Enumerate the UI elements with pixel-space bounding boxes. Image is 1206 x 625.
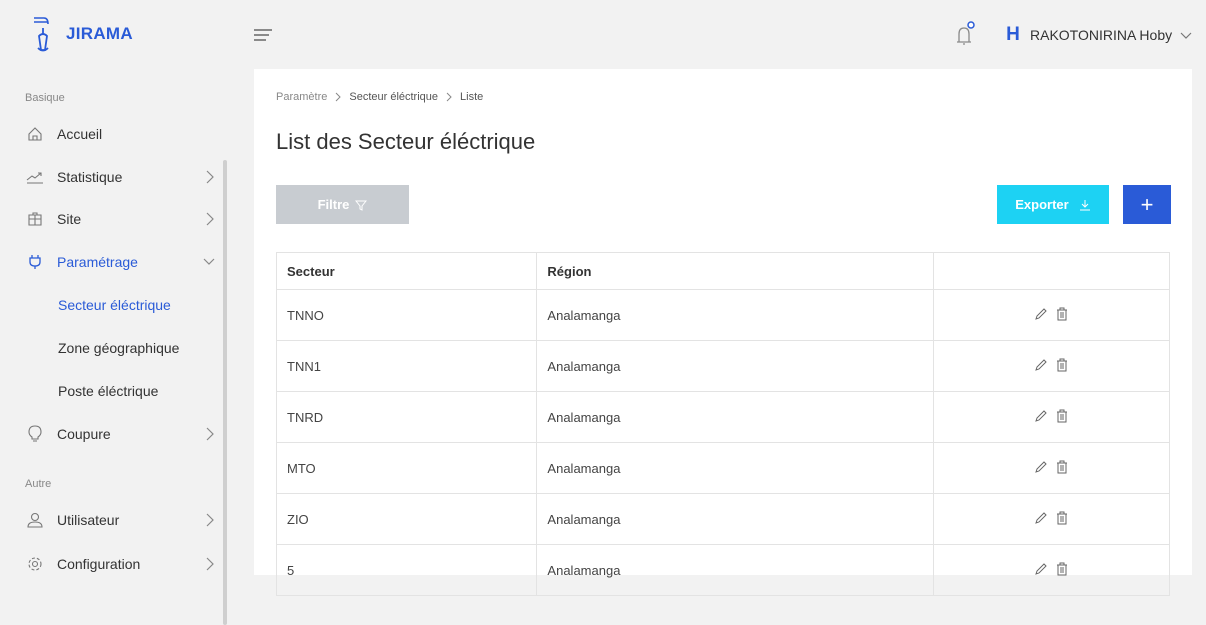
sidebar-item-label: Site xyxy=(57,211,82,227)
plug-icon xyxy=(25,253,45,271)
cell-actions xyxy=(932,493,1171,545)
cell-region: Analamanga xyxy=(536,493,934,545)
table-row: MTO Analamanga xyxy=(275,442,1171,494)
delete-trash-icon[interactable] xyxy=(1056,562,1068,576)
table-row: TNNO Analamanga xyxy=(275,289,1171,341)
edit-pencil-icon[interactable] xyxy=(1034,358,1048,372)
cell-region: Analamanga xyxy=(536,289,934,341)
edit-pencil-icon[interactable] xyxy=(1034,307,1048,321)
add-button[interactable]: + xyxy=(1123,185,1171,224)
chevron-down-icon xyxy=(203,258,215,265)
sidebar-item-label: Coupure xyxy=(57,426,111,442)
bulb-icon xyxy=(25,425,45,443)
cell-secteur: TNNO xyxy=(275,289,538,341)
cell-actions xyxy=(932,391,1171,443)
sidebar-item-configuration[interactable]: Configuration xyxy=(25,553,215,575)
home-icon xyxy=(25,125,45,143)
sidebar-subitem-poste-electrique[interactable]: Poste éléctrique xyxy=(58,383,158,399)
chevron-right-icon xyxy=(206,170,214,184)
delete-trash-icon[interactable] xyxy=(1056,460,1068,474)
sidebar-item-coupure[interactable]: Coupure xyxy=(25,423,215,445)
sidebar-item-accueil[interactable]: Accueil xyxy=(25,123,215,145)
cell-region: Analamanga xyxy=(536,391,934,443)
menu-toggle-icon[interactable] xyxy=(254,29,272,43)
table-row: ZIO Analamanga xyxy=(275,493,1171,545)
sidebar-item-site[interactable]: Site xyxy=(25,208,215,230)
cell-actions xyxy=(932,340,1171,392)
sector-table: Secteur Région TNNO Analamanga TNN1 Anal… xyxy=(275,252,1171,596)
column-header-region[interactable]: Région xyxy=(536,252,934,290)
edit-pencil-icon[interactable] xyxy=(1034,511,1048,525)
trend-icon xyxy=(25,168,45,186)
cell-actions xyxy=(932,289,1171,341)
breadcrumb: Paramètre Secteur éléctrique Liste xyxy=(276,91,483,103)
cell-region: Analamanga xyxy=(536,340,934,392)
delete-trash-icon[interactable] xyxy=(1056,307,1068,321)
delete-trash-icon[interactable] xyxy=(1056,511,1068,525)
breadcrumb-item: Liste xyxy=(460,91,484,103)
cell-secteur: 5 xyxy=(275,544,538,596)
export-button[interactable]: Exporter xyxy=(997,185,1109,224)
cell-region: Analamanga xyxy=(536,442,934,494)
chevron-right-icon xyxy=(206,513,214,527)
chevron-down-icon xyxy=(1180,32,1192,39)
notification-bell-icon[interactable] xyxy=(952,20,976,46)
download-icon xyxy=(1079,199,1090,210)
chevron-right-icon xyxy=(206,212,214,226)
user-menu[interactable]: H RAKOTONIRINA Hoby xyxy=(1004,24,1192,46)
sidebar-item-label: Utilisateur xyxy=(57,512,120,528)
sidebar-item-utilisateur[interactable]: Utilisateur xyxy=(25,509,215,531)
edit-pencil-icon[interactable] xyxy=(1034,562,1048,576)
brand-name: JIRAMA xyxy=(66,24,133,43)
cell-secteur: TNN1 xyxy=(275,340,538,392)
cell-actions xyxy=(932,442,1171,494)
table-row: TNRD Analamanga xyxy=(275,391,1171,443)
page-title: List des Secteur éléctrique xyxy=(276,129,536,154)
gear-icon xyxy=(25,555,45,573)
table-row: 5 Analamanga xyxy=(275,544,1171,596)
sidebar-item-label: Statistique xyxy=(57,169,123,185)
app-logo[interactable]: JIRAMA xyxy=(30,14,133,54)
cell-secteur: TNRD xyxy=(275,391,538,443)
avatar: H xyxy=(1006,24,1020,45)
sidebar-item-statistique[interactable]: Statistique xyxy=(25,166,215,188)
content-card: Paramètre Secteur éléctrique Liste List … xyxy=(254,69,1192,596)
breadcrumb-item[interactable]: Paramètre xyxy=(276,91,327,103)
table-header-row: Secteur Région xyxy=(275,252,1171,290)
sidebar-item-label: Configuration xyxy=(57,556,141,572)
edit-pencil-icon[interactable] xyxy=(1034,409,1048,423)
filter-button[interactable]: Filtre xyxy=(276,185,409,224)
chevron-right-icon xyxy=(446,92,452,102)
sidebar: Basique Accueil Statistique Site Paramét… xyxy=(0,82,230,625)
cell-actions xyxy=(932,544,1171,596)
sidebar-section-basic: Basique xyxy=(25,92,65,104)
sidebar-scrollbar[interactable] xyxy=(223,160,227,625)
funnel-icon xyxy=(355,200,368,211)
user-name: RAKOTONIRINA Hoby xyxy=(1030,27,1173,43)
site-icon xyxy=(25,210,45,228)
table-row: TNN1 Analamanga xyxy=(275,340,1171,392)
chevron-right-icon xyxy=(206,557,214,571)
export-button-label: Exporter xyxy=(1015,197,1069,212)
chevron-right-icon xyxy=(206,427,214,441)
column-header-secteur[interactable]: Secteur xyxy=(275,252,538,290)
sidebar-subitem-zone-geographique[interactable]: Zone géographique xyxy=(58,340,179,356)
chevron-right-icon xyxy=(336,92,342,102)
filter-button-label: Filtre xyxy=(317,197,350,212)
breadcrumb-item[interactable]: Secteur éléctrique xyxy=(349,91,438,103)
delete-trash-icon[interactable] xyxy=(1056,358,1068,372)
cell-secteur: MTO xyxy=(275,442,538,494)
column-header-actions xyxy=(932,252,1171,290)
cell-secteur: ZIO xyxy=(275,493,538,545)
cell-region: Analamanga xyxy=(536,544,934,596)
edit-pencil-icon[interactable] xyxy=(1034,460,1048,474)
sidebar-item-label: Accueil xyxy=(57,126,103,142)
sidebar-item-parametrage[interactable]: Paramétrage xyxy=(25,251,215,273)
delete-trash-icon[interactable] xyxy=(1056,409,1068,423)
sidebar-item-label: Paramétrage xyxy=(57,254,138,270)
sidebar-subitem-secteur-electrique[interactable]: Secteur éléctrique xyxy=(58,297,171,313)
jirama-logo-icon xyxy=(34,17,49,52)
sidebar-section-other: Autre xyxy=(25,478,52,490)
user-icon xyxy=(25,511,45,529)
